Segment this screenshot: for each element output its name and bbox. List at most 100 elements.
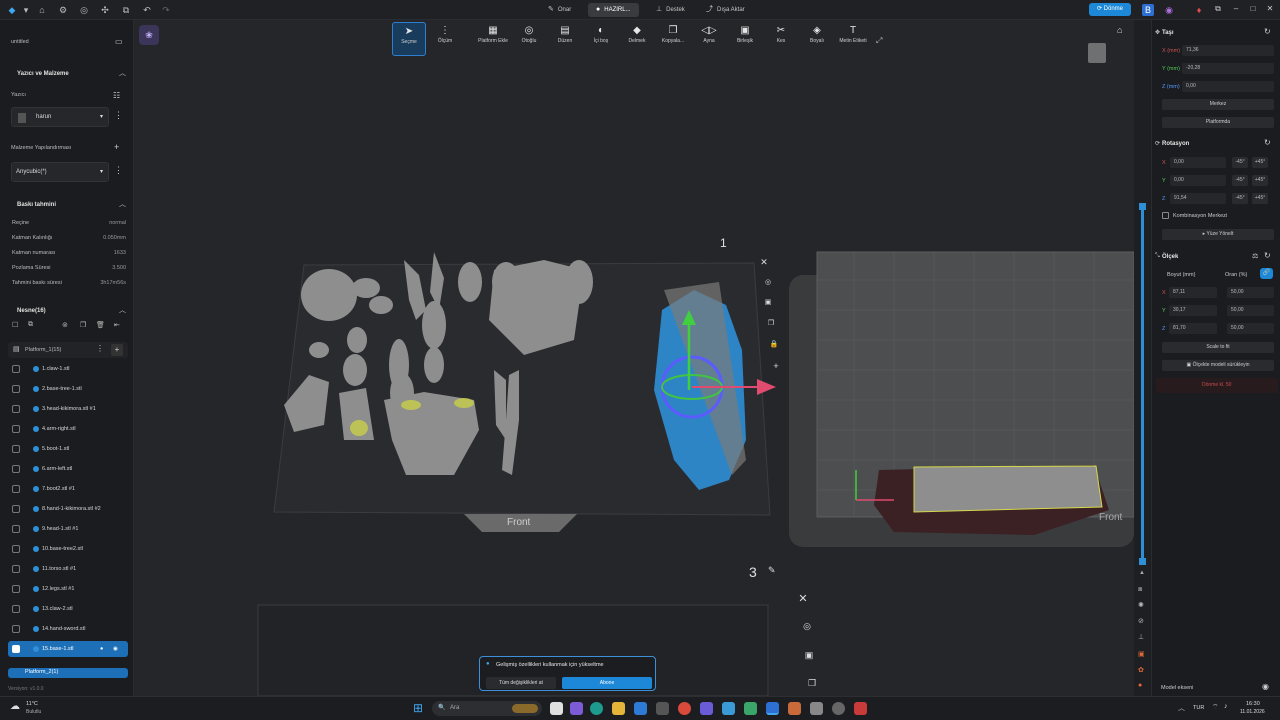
view-home-icon[interactable]: ⌂ xyxy=(1117,25,1122,35)
paint-view-icon[interactable]: ✿ xyxy=(1138,666,1144,674)
layer-up-icon[interactable]: ▲ xyxy=(1139,570,1145,576)
rot-z-input[interactable]: 91,54 xyxy=(1170,193,1226,204)
object-list-item[interactable]: 15.base-1.stl ● ◉ xyxy=(8,641,128,657)
slicer-app-icon[interactable] xyxy=(766,702,779,715)
tool-cut[interactable]: ✂ Kes xyxy=(764,22,798,56)
app-dark-icon[interactable] xyxy=(656,702,669,715)
object-list-item[interactable]: 13.claw-2.stl xyxy=(8,601,128,617)
app-grey-icon[interactable] xyxy=(810,702,823,715)
object-list-item[interactable]: 7.boot2.stl #1 xyxy=(8,481,128,497)
settings-app-icon[interactable] xyxy=(832,702,845,715)
sphere-view-icon[interactable]: ✺ xyxy=(1138,601,1144,609)
move-y-input[interactable]: -20,28 xyxy=(1182,63,1274,74)
tool-layout[interactable]: ▤ Düzen xyxy=(548,22,582,56)
language-indicator[interactable]: TUR xyxy=(1193,705,1204,711)
close-context-icon[interactable]: ✕ xyxy=(756,254,772,270)
app-purple-icon[interactable] xyxy=(570,702,583,715)
marker-icon[interactable]: ● xyxy=(1138,682,1142,689)
layer-slider-bottom-handle[interactable] xyxy=(1139,558,1146,565)
object-checkbox[interactable] xyxy=(12,545,20,553)
duplicate-icon[interactable]: ❐ xyxy=(80,321,86,329)
ratio-x-input[interactable]: 50,00 xyxy=(1227,287,1274,298)
printer-section-title[interactable]: Yazıcı ve Malzeme xyxy=(17,71,69,77)
more-icon[interactable]: ⋮ xyxy=(114,110,123,121)
layer-slider-track[interactable] xyxy=(1141,205,1144,560)
rot-y-minus45[interactable]: -45° xyxy=(1232,175,1248,186)
reset-rotate-icon[interactable]: ↻ xyxy=(1264,138,1271,147)
combo-center-checkbox[interactable] xyxy=(1162,212,1169,219)
reset-icon[interactable]: ↻ xyxy=(1264,27,1271,36)
scale-to-fit-button[interactable]: Scale to fit xyxy=(1162,342,1274,353)
orient-context-icon[interactable]: ◎ xyxy=(760,275,776,291)
tool-copy[interactable]: ❐ Kopyala... xyxy=(656,22,690,56)
tool-platform[interactable]: ▦ Platform Ekle xyxy=(476,22,510,56)
chevron-up-icon[interactable]: ︿ xyxy=(119,68,126,78)
b-app-icon[interactable]: B xyxy=(1142,4,1154,16)
settings-icon[interactable]: ⚙ xyxy=(57,4,69,16)
start-icon[interactable]: ⊞ xyxy=(413,702,426,715)
add-material-icon[interactable]: + xyxy=(114,142,119,152)
scale-settings-icon[interactable]: ⚖ xyxy=(1252,252,1258,260)
app-blue-icon[interactable] xyxy=(722,702,735,715)
object-list-item[interactable]: 12.legs.stl #1 xyxy=(8,581,128,597)
rot-z-minus45[interactable]: -45° xyxy=(1232,193,1248,204)
on-platform-button[interactable]: Platformda xyxy=(1162,117,1274,128)
chevron-up-icon[interactable]: ︿ xyxy=(119,305,126,315)
wifi-icon[interactable]: ⌔ xyxy=(1212,703,1219,712)
close-context-2-icon[interactable]: ✕ xyxy=(795,591,811,607)
volume-icon[interactable]: ♪ xyxy=(1224,703,1228,710)
object-list-item[interactable]: 10.base-tree2.stl xyxy=(8,541,128,557)
object-list-item[interactable]: 9.head-1.stl #1 xyxy=(8,521,128,537)
size-x-input[interactable]: 87,11 xyxy=(1169,287,1217,298)
move-x-input[interactable]: 71,36 xyxy=(1182,45,1274,56)
center-button[interactable]: Merkez xyxy=(1162,99,1274,110)
object-checkbox[interactable] xyxy=(12,525,20,533)
object-checkbox[interactable] xyxy=(12,425,20,433)
alert-view-icon[interactable]: ▣ xyxy=(1138,650,1145,658)
task-view-icon[interactable] xyxy=(550,702,563,715)
object-checkbox[interactable] xyxy=(12,405,20,413)
add-context-icon[interactable]: + xyxy=(768,358,784,374)
link-icon[interactable]: ⊚ xyxy=(62,321,68,329)
subscribe-button[interactable]: Abone xyxy=(562,677,652,689)
objects-section-title[interactable]: Nesne(16) xyxy=(17,308,46,314)
home-icon[interactable]: ⌂ xyxy=(36,4,48,16)
object-list-item[interactable]: 2.base-tree-1.stl xyxy=(8,381,128,397)
tab-prepare[interactable]: ● HAZIRL... xyxy=(588,3,639,17)
undo-icon[interactable]: ↶ xyxy=(141,4,153,16)
redo-icon[interactable]: ↷ xyxy=(160,4,172,16)
close-icon[interactable]: ✕ xyxy=(1264,4,1276,13)
chevron-down-icon[interactable]: ▾ xyxy=(20,4,32,16)
collapse-icon[interactable]: ⇤ xyxy=(114,321,120,329)
chevron-up-icon[interactable]: ︿ xyxy=(119,199,126,209)
object-checkbox[interactable] xyxy=(12,445,20,453)
window-restore-icon[interactable]: ⧉ xyxy=(1212,4,1224,14)
more-icon[interactable]: ⋮ xyxy=(96,344,104,353)
ratio-z-input[interactable]: 50,00 xyxy=(1227,323,1274,334)
explorer-icon[interactable] xyxy=(612,702,625,715)
object-checkbox[interactable] xyxy=(12,645,20,653)
printer-settings-icon[interactable]: ☷ xyxy=(113,91,120,100)
object-list-item[interactable]: 1.claw-1.stl xyxy=(8,361,128,377)
size-z-input[interactable]: 81,70 xyxy=(1169,323,1217,334)
eye-icon[interactable]: ◉ xyxy=(1262,682,1269,691)
tool-drill[interactable]: ◆ Delmek xyxy=(620,22,654,56)
clock-time[interactable]: 16:30 xyxy=(1246,701,1260,707)
view-cube[interactable] xyxy=(1088,43,1106,63)
object-list-item[interactable]: 5.boot-1.stl xyxy=(8,441,128,457)
printer-select[interactable]: harun ▾ xyxy=(11,107,109,127)
discord-icon[interactable] xyxy=(700,702,713,715)
object-checkbox[interactable] xyxy=(12,365,20,373)
object-checkbox[interactable] xyxy=(12,505,20,513)
app-orange-icon[interactable] xyxy=(788,702,801,715)
object-checkbox[interactable] xyxy=(12,585,20,593)
object-list-item[interactable]: 14.hand-sword.stl xyxy=(8,621,128,637)
tool-paint[interactable]: ◈ Boyalı xyxy=(800,22,834,56)
update-button[interactable]: ⟳ Dönme xyxy=(1089,3,1131,16)
face-orient-button[interactable]: ▸ Yüze Yönelt xyxy=(1162,229,1274,240)
app-logo-icon[interactable]: ◆ xyxy=(6,4,18,16)
globe-icon[interactable]: ◎ xyxy=(78,4,90,16)
copy-context-2-icon[interactable]: ❐ xyxy=(804,675,820,691)
clock-date[interactable]: 11.01.2026 xyxy=(1240,709,1265,715)
tab-support[interactable]: ⊥ Destek xyxy=(648,3,693,17)
